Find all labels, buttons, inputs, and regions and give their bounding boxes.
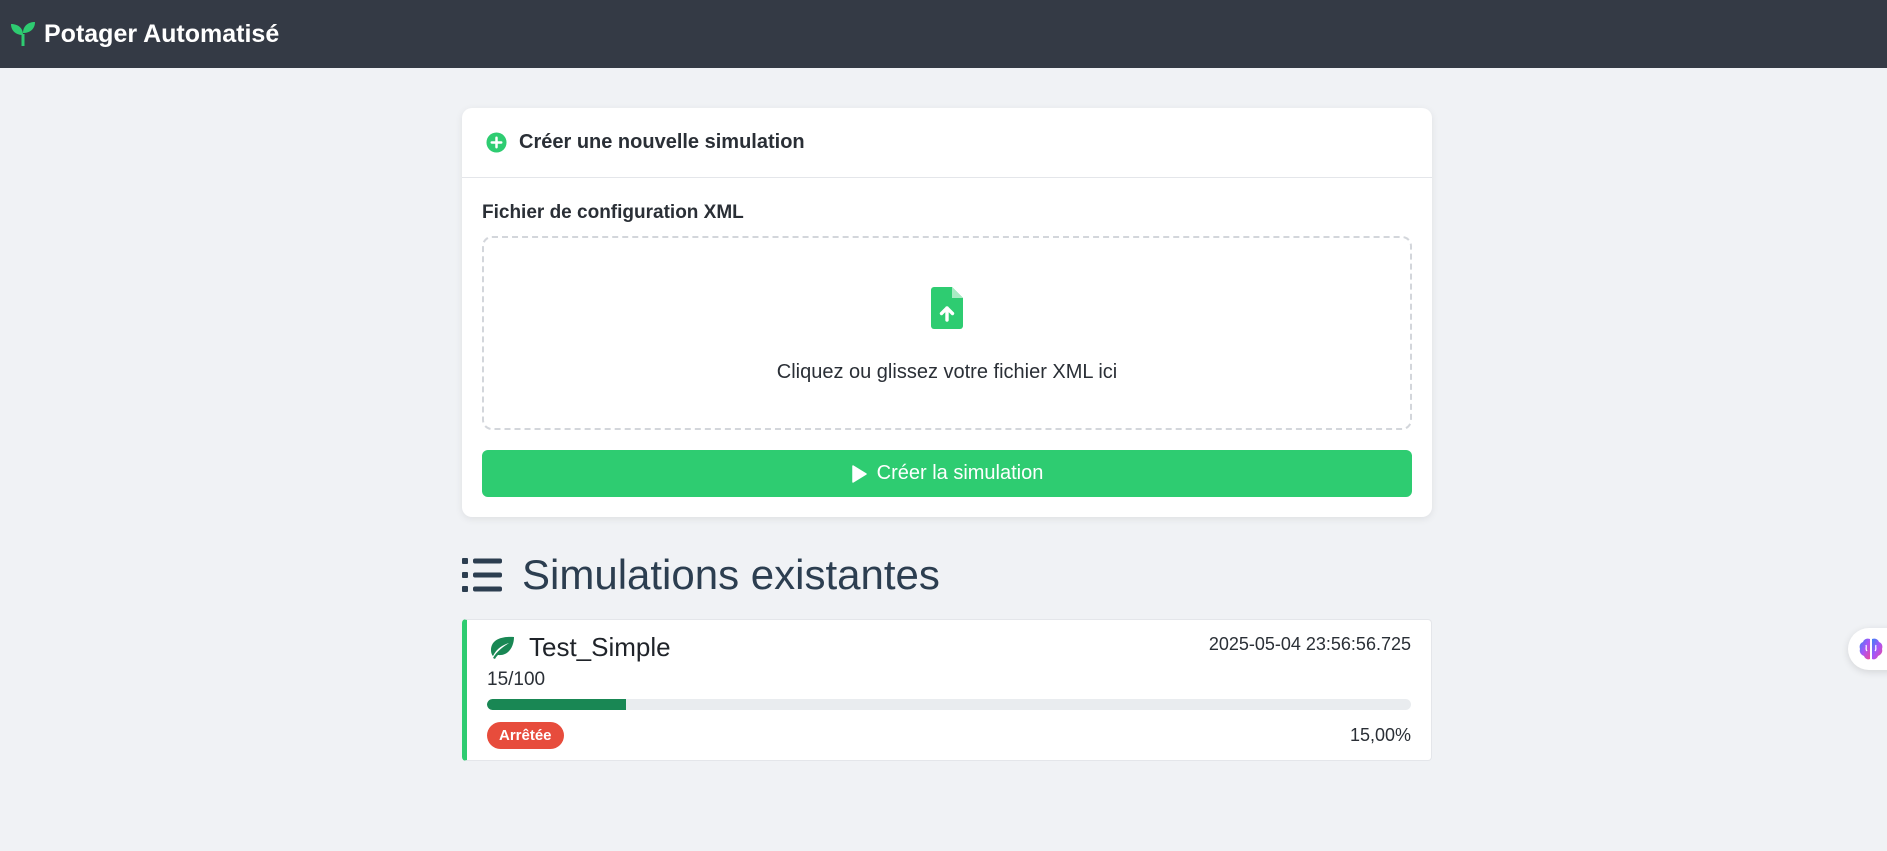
section-title-text: Simulations existantes [522,551,940,598]
main-container: Créer une nouvelle simulation Fichier de… [462,108,1432,761]
leaf-icon [491,636,514,659]
file-upload-icon [931,286,963,329]
brand[interactable]: Potager Automatisé [10,20,279,49]
card-header: Créer une nouvelle simulation [462,108,1432,178]
xml-file-label: Fichier de configuration XML [482,202,744,223]
create-simulation-card: Créer une nouvelle simulation Fichier de… [462,108,1432,517]
section-title: Simulations existantes [462,551,1432,599]
simulation-progress-text: 15/100 [487,669,546,690]
brain-icon [1859,638,1883,660]
seedling-icon [11,22,35,46]
simulation-card[interactable]: Test_Simple 2025-05-04 23:56:56.725 15/1… [462,619,1432,761]
assistant-widget[interactable] [1848,628,1887,670]
simulation-card-foot: Arrêtée 15,00% [487,722,1411,749]
xml-file-dropzone[interactable]: Cliquez ou glissez votre fichier XML ici [482,236,1412,430]
simulation-card-head: Test_Simple 2025-05-04 23:56:56.725 [487,632,1411,663]
card-body: Fichier de configuration XML Cliquez ou … [462,178,1432,517]
simulation-name: Test_Simple [529,632,671,662]
card-title: Créer une nouvelle simulation [519,131,805,153]
create-simulation-button-label: Créer la simulation [876,462,1044,484]
list-icon [462,558,502,592]
simulation-date: 2025-05-04 23:56:56.725 [1208,634,1411,654]
play-icon [851,464,867,483]
plus-circle-icon [486,132,507,153]
create-simulation-button[interactable]: Créer la simulation [482,450,1412,497]
simulation-progress-fill [487,699,626,710]
status-badge: Arrêtée [487,722,564,749]
simulation-name-row: Test_Simple [487,632,671,663]
simulation-percent: 15,00% [1349,725,1411,745]
brand-title: Potager Automatisé [44,19,280,48]
navbar: Potager Automatisé [0,0,1887,68]
simulation-progress-bar [487,699,1411,710]
dropzone-text: Cliquez ou glissez votre fichier XML ici [776,360,1118,383]
